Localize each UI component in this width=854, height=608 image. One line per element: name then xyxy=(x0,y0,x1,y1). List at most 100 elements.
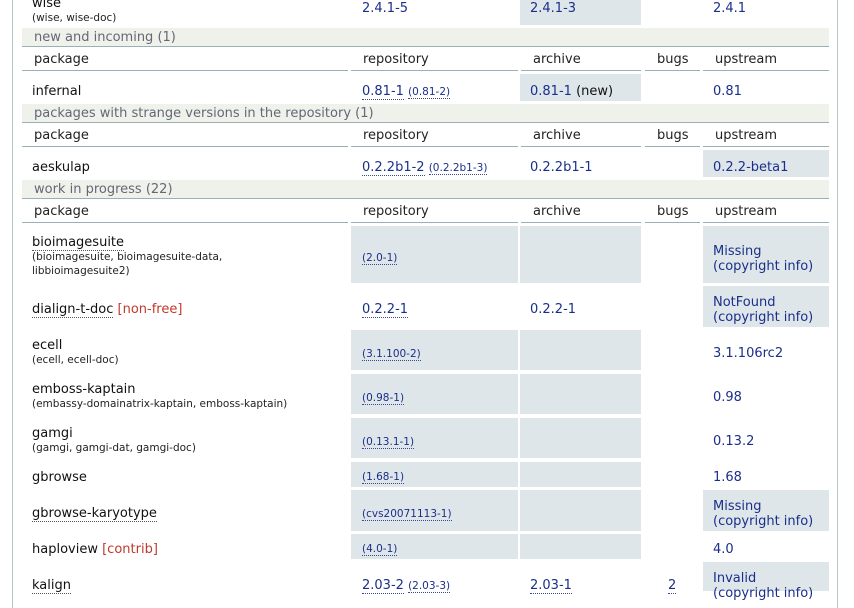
package-row-bioimagesuite: bioimagesuite (bioimagesuite, bioimagesu… xyxy=(32,235,222,278)
archive-cell xyxy=(520,374,641,414)
archive-cell xyxy=(520,418,641,458)
package-name[interactable]: aeskulap xyxy=(32,160,90,175)
col-header-repository: repository xyxy=(351,127,518,147)
repository-version[interactable]: (3.1.100-2) xyxy=(362,348,421,361)
package-row-infernal: infernal xyxy=(32,84,81,99)
copyright-info-link[interactable]: (copyright info) xyxy=(713,259,813,274)
package-binaries: (gamgi, gamgi-dat, gamgi-doc) xyxy=(32,442,196,454)
col-header-bugs: bugs xyxy=(645,51,700,71)
package-row-emboss-kaptain: emboss-kaptain (embassy-domainatrix-kapt… xyxy=(32,382,287,411)
contrib-flag: [contrib] xyxy=(102,542,158,557)
package-name[interactable]: haploview xyxy=(32,542,98,557)
repository-cell: (0.98-1) xyxy=(351,374,518,414)
package-name[interactable]: kalign xyxy=(32,578,71,594)
package-binaries: (ecell, ecell-doc) xyxy=(32,354,119,366)
archive-version[interactable]: 2.03-1 xyxy=(530,578,572,594)
col-header-package: package xyxy=(22,127,348,147)
archive-version[interactable]: 0.2.2-1 xyxy=(530,302,576,317)
repository-cell: (0.13.1-1) xyxy=(351,418,518,458)
package-row-gamgi: gamgi (gamgi, gamgi-dat, gamgi-doc) xyxy=(32,426,196,455)
col-header-package: package xyxy=(22,203,348,223)
package-row-dialign-t-doc: dialign-t-doc [non-free] xyxy=(32,302,183,318)
bug-count[interactable]: 2 xyxy=(668,578,677,594)
upstream-status[interactable]: NotFound xyxy=(713,295,813,310)
repository-alt-version[interactable]: (0.2.2b1-3) xyxy=(428,162,488,175)
repository-cell: 0.2.2b1-2 (0.2.2b1-3) xyxy=(362,160,488,176)
package-name[interactable]: infernal xyxy=(32,84,81,99)
package-name[interactable]: gbrowse-karyotype xyxy=(32,506,157,522)
upstream-status[interactable]: Missing xyxy=(713,244,813,259)
package-row-wise: wise (wise, wise-doc) xyxy=(32,0,116,25)
upstream-version[interactable]: 4.0 xyxy=(713,542,734,557)
package-row-gbrowse: gbrowse xyxy=(32,470,87,485)
package-name[interactable]: wise xyxy=(32,0,116,11)
section-new-incoming: new and incoming (1) xyxy=(22,28,829,47)
package-name[interactable]: ecell xyxy=(32,338,119,353)
repository-version[interactable]: (4.0-1) xyxy=(362,543,398,556)
col-header-archive: archive xyxy=(521,51,641,71)
col-header-repository: repository xyxy=(351,51,518,71)
upstream-cell: Missing (copyright info) xyxy=(703,226,829,283)
repository-cell: (cvs20071113-1) xyxy=(351,490,518,531)
col-header-bugs: bugs xyxy=(645,203,700,223)
upstream-version[interactable]: 0.98 xyxy=(713,390,742,405)
upstream-cell: Missing (copyright info) xyxy=(703,490,829,531)
repository-alt-version[interactable]: (2.03-3) xyxy=(408,580,451,593)
archive-version[interactable]: 0.81-1 xyxy=(530,84,572,99)
package-row-aeskulap: aeskulap xyxy=(32,160,90,175)
package-row-haploview: haploview [contrib] xyxy=(32,542,158,557)
col-header-bugs: bugs xyxy=(645,127,700,147)
col-header-upstream: upstream xyxy=(703,127,829,147)
upstream-cell: 0.2.2-beta1 xyxy=(703,150,829,177)
upstream-version[interactable]: 0.81 xyxy=(713,84,742,99)
upstream-version[interactable]: 3.1.106rc2 xyxy=(713,346,783,361)
package-binaries: (wise, wise-doc) xyxy=(32,12,117,24)
col-header-package: package xyxy=(22,51,348,71)
nonfree-flag: [non-free] xyxy=(117,302,183,317)
upstream-version[interactable]: 0.13.2 xyxy=(713,434,754,449)
archive-cell: 2.4.1-3 xyxy=(520,0,641,25)
upstream-version[interactable]: 2.4.1 xyxy=(713,1,746,16)
repository-version[interactable]: (0.13.1-1) xyxy=(362,436,415,449)
copyright-info-link[interactable]: (copyright info) xyxy=(713,514,813,529)
repository-cell: (3.1.100-2) xyxy=(351,330,518,370)
repository-version[interactable]: 2.03-2 xyxy=(362,578,404,594)
section-strange-versions: packages with strange versions in the re… xyxy=(22,104,829,123)
repository-alt-version[interactable]: (0.81-2) xyxy=(408,86,451,99)
archive-cell xyxy=(520,462,641,487)
repository-version[interactable]: 0.2.2b1-2 xyxy=(362,160,425,176)
package-name[interactable]: bioimagesuite xyxy=(32,235,125,251)
repository-version[interactable]: (cvs20071113-1) xyxy=(362,508,452,521)
archive-version[interactable]: 2.4.1-3 xyxy=(530,1,576,16)
repository-version[interactable]: (0.98-1) xyxy=(362,392,405,405)
repository-version[interactable]: 0.2.2-1 xyxy=(362,302,409,318)
repository-version[interactable]: (2.0-1) xyxy=(362,252,398,265)
package-name[interactable]: gamgi xyxy=(32,426,196,441)
archive-cell xyxy=(520,330,641,370)
package-row-gbrowse-karyotype: gbrowse-karyotype xyxy=(32,506,157,522)
repository-version[interactable]: 2.4.1-5 xyxy=(362,1,408,16)
archive-new-note: (new) xyxy=(576,84,614,99)
package-name[interactable]: dialign-t-doc xyxy=(32,302,114,318)
upstream-version[interactable]: 0.2.2-beta1 xyxy=(713,160,788,175)
archive-cell: 0.81-1 (new) xyxy=(520,74,641,101)
archive-cell xyxy=(520,226,641,283)
col-header-upstream: upstream xyxy=(703,51,829,71)
section-work-in-progress: work in progress (22) xyxy=(22,180,829,199)
upstream-status[interactable]: Invalid xyxy=(713,571,813,586)
upstream-version[interactable]: 1.68 xyxy=(713,470,742,485)
package-name[interactable]: gbrowse xyxy=(32,470,87,485)
repository-cell: (1.68-1) xyxy=(351,462,518,487)
repository-cell: (4.0-1) xyxy=(351,534,518,559)
col-header-archive: archive xyxy=(521,127,641,147)
package-binaries-cont: libbioimagesuite2) xyxy=(32,265,130,277)
upstream-status[interactable]: Missing xyxy=(713,499,813,514)
repository-version[interactable]: 0.81-1 xyxy=(362,84,404,100)
upstream-cell: Invalid (copyright info) xyxy=(703,562,829,601)
copyright-info-link[interactable]: (copyright info) xyxy=(713,310,813,325)
col-header-archive: archive xyxy=(521,203,641,223)
package-name[interactable]: emboss-kaptain xyxy=(32,382,287,397)
repository-version[interactable]: (1.68-1) xyxy=(362,471,405,484)
copyright-info-link[interactable]: (copyright info) xyxy=(713,586,813,601)
archive-version[interactable]: 0.2.2b1-1 xyxy=(530,160,593,175)
